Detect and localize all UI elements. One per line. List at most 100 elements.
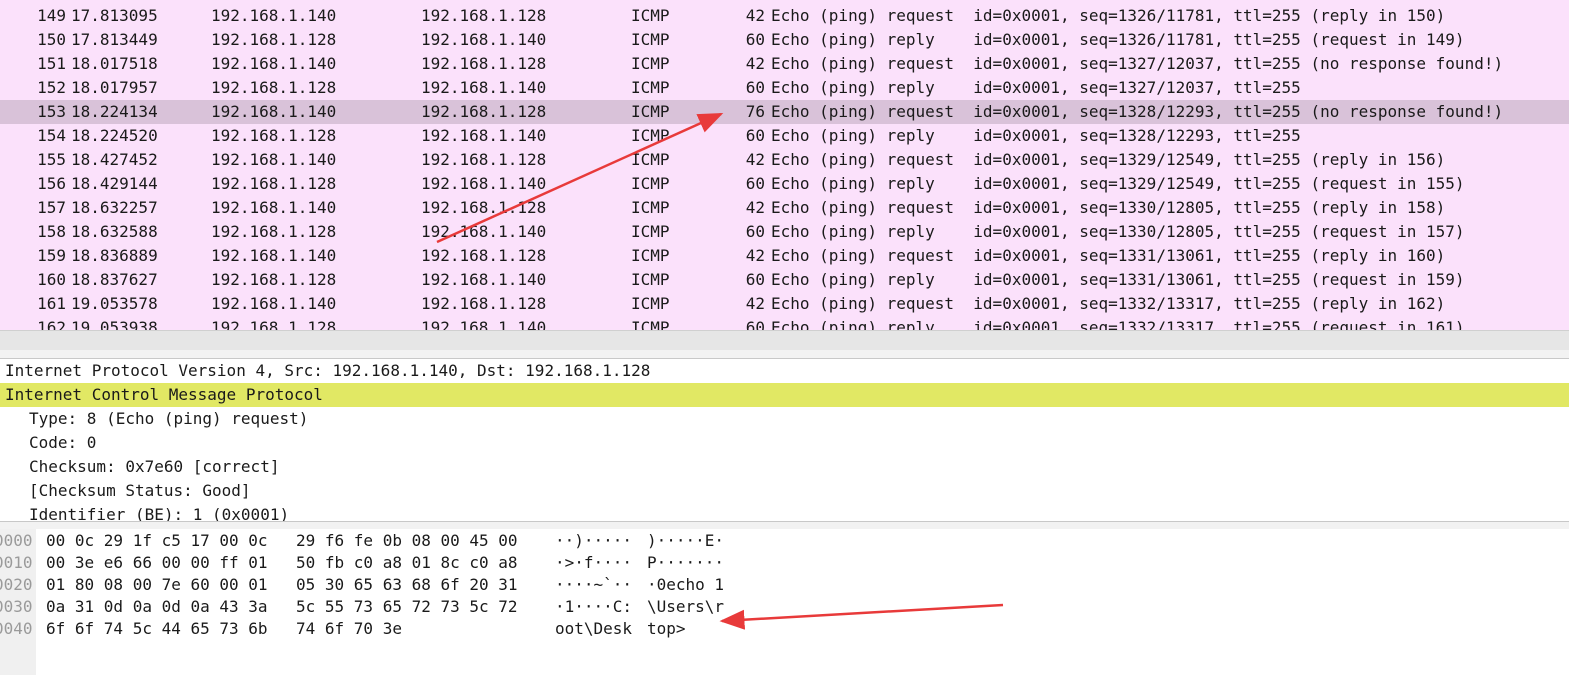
bytes-ascii: )·····E·	[647, 531, 725, 550]
packet-time: 17.813095	[71, 6, 158, 25]
bytes-hex: 0a 31 0d 0a 0d 0a 43 3a	[46, 597, 268, 616]
packet-row[interactable]: 159 18.836889 192.168.1.140 192.168.1.128 IC…	[0, 244, 1569, 268]
packet-number: 154	[37, 126, 66, 145]
packet-number: 162	[37, 318, 66, 330]
packet-info: Echo (ping) request id=0x0001, seq=1327/…	[771, 54, 1504, 73]
packet-number: 160	[37, 270, 66, 289]
bytes-hex: 00 3e e6 66 00 00 ff 01	[46, 553, 268, 572]
packet-row[interactable]: 162 19.053938 192.168.1.128 192.168.1.140 IC…	[0, 316, 1569, 330]
packet-length: 42	[745, 246, 765, 265]
detail-text: Internet Protocol Version 4, Src: 192.16…	[5, 361, 651, 380]
packet-length: 60	[745, 174, 765, 193]
detail-row[interactable]: Code: 0	[0, 431, 1569, 455]
packet-protocol: ICMP	[631, 318, 670, 330]
detail-row[interactable]: Checksum: 0x7e60 [correct]	[0, 455, 1569, 479]
packet-row[interactable]: 149 17.813095 192.168.1.140 192.168.1.128 IC…	[0, 4, 1569, 28]
bytes-ascii: ·1····C:	[555, 597, 633, 616]
packet-row[interactable]: 155 18.427452 192.168.1.140 192.168.1.128 IC…	[0, 148, 1569, 172]
pane-splitter[interactable]	[0, 350, 1569, 359]
packet-row[interactable]: 150 17.813449 192.168.1.128 192.168.1.140 IC…	[0, 28, 1569, 52]
packet-time: 19.053938	[71, 318, 158, 330]
packet-row[interactable]: 151 18.017518 192.168.1.140 192.168.1.128 IC…	[0, 52, 1569, 76]
packet-list[interactable]: 149 17.813095 192.168.1.140 192.168.1.128 IC…	[0, 0, 1569, 330]
packet-protocol: ICMP	[631, 198, 670, 217]
detail-row[interactable]: [Checksum Status: Good]	[0, 479, 1569, 503]
packet-time: 18.224520	[71, 126, 158, 145]
packet-protocol: ICMP	[631, 270, 670, 289]
detail-row[interactable]: Identifier (BE): 1 (0x0001)	[0, 503, 1569, 521]
bytes-hex: 50 fb c0 a8 01 8c c0 a8	[296, 553, 518, 572]
packet-info: Echo (ping) request id=0x0001, seq=1328/…	[771, 102, 1504, 121]
packet-bytes-pane[interactable]: 0000 00 0c 29 1f c5 17 00 0c 29 f6 fe 0b 0…	[0, 529, 1569, 675]
packet-source: 192.168.1.140	[211, 6, 337, 25]
packet-row[interactable]: 152 18.017957 192.168.1.128 192.168.1.140 IC…	[0, 76, 1569, 100]
packet-source: 192.168.1.128	[211, 30, 337, 49]
packet-destination: 192.168.1.140	[421, 126, 547, 145]
packet-destination: 192.168.1.128	[421, 246, 547, 265]
packet-source: 192.168.1.128	[211, 174, 337, 193]
bytes-hex: 74 6f 70 3e	[296, 619, 402, 638]
detail-text: Internet Control Message Protocol	[5, 385, 323, 404]
packet-time: 18.837627	[71, 270, 158, 289]
packet-length: 60	[745, 318, 765, 330]
bytes-hex: 29 f6 fe 0b 08 00 45 00	[296, 531, 518, 550]
packet-source: 192.168.1.140	[211, 246, 337, 265]
packet-length: 60	[745, 222, 765, 241]
packet-info: Echo (ping) request id=0x0001, seq=1329/…	[771, 150, 1446, 169]
bytes-row[interactable]: 0030 0a 31 0d 0a 0d 0a 43 3a 5c 55 73 65 7…	[0, 596, 1569, 618]
packet-time: 18.632257	[71, 198, 158, 217]
packet-length: 42	[745, 150, 765, 169]
detail-text: Checksum: 0x7e60 [correct]	[29, 457, 280, 476]
packet-source: 192.168.1.128	[211, 78, 337, 97]
bytes-row[interactable]: 0000 00 0c 29 1f c5 17 00 0c 29 f6 fe 0b 0…	[0, 530, 1569, 552]
packet-destination: 192.168.1.140	[421, 270, 547, 289]
packet-protocol: ICMP	[631, 222, 670, 241]
packet-number: 152	[37, 78, 66, 97]
packet-time: 18.429144	[71, 174, 158, 193]
bytes-row[interactable]: 0010 00 3e e6 66 00 00 ff 01 50 fb c0 a8 0…	[0, 552, 1569, 574]
packet-protocol: ICMP	[631, 102, 670, 121]
packet-details-pane[interactable]: Internet Protocol Version 4, Src: 192.16…	[0, 359, 1569, 521]
packet-destination: 192.168.1.140	[421, 78, 547, 97]
packet-source: 192.168.1.128	[211, 270, 337, 289]
bytes-row[interactable]: 0020 01 80 08 00 7e 60 00 01 05 30 65 63 6…	[0, 574, 1569, 596]
packet-row[interactable]: 154 18.224520 192.168.1.128 192.168.1.140 IC…	[0, 124, 1569, 148]
packet-row[interactable]: 161 19.053578 192.168.1.140 192.168.1.128 IC…	[0, 292, 1569, 316]
packet-protocol: ICMP	[631, 30, 670, 49]
packet-length: 60	[745, 270, 765, 289]
detail-row[interactable]: Type: 8 (Echo (ping) request)	[0, 407, 1569, 431]
packet-source: 192.168.1.140	[211, 198, 337, 217]
packet-source: 192.168.1.140	[211, 150, 337, 169]
packet-source: 192.168.1.140	[211, 294, 337, 313]
packet-row-selected[interactable]: 153 18.224134 192.168.1.140 192.168.1.128 IC…	[0, 100, 1569, 124]
packet-source: 192.168.1.128	[211, 222, 337, 241]
packet-row[interactable]: 156 18.429144 192.168.1.128 192.168.1.140 IC…	[0, 172, 1569, 196]
bytes-hex: 6f 6f 74 5c 44 65 73 6b	[46, 619, 268, 638]
detail-row[interactable]: Internet Protocol Version 4, Src: 192.16…	[0, 359, 1569, 383]
packet-destination: 192.168.1.128	[421, 102, 547, 121]
packet-protocol: ICMP	[631, 78, 670, 97]
packet-number: 149	[37, 6, 66, 25]
packet-info: Echo (ping) request id=0x0001, seq=1330/…	[771, 198, 1446, 217]
packet-info: Echo (ping) reply id=0x0001, seq=1332/13…	[771, 318, 1465, 330]
packet-info: Echo (ping) request id=0x0001, seq=1326/…	[771, 6, 1446, 25]
packet-list-scrollbar[interactable]	[0, 330, 1569, 351]
packet-number: 153	[37, 102, 66, 121]
detail-text: Type: 8 (Echo (ping) request)	[29, 409, 309, 428]
packet-info: Echo (ping) request id=0x0001, seq=1332/…	[771, 294, 1446, 313]
packet-destination: 192.168.1.128	[421, 294, 547, 313]
packet-info: Echo (ping) reply id=0x0001, seq=1331/13…	[771, 270, 1465, 289]
packet-protocol: ICMP	[631, 174, 670, 193]
packet-protocol: ICMP	[631, 294, 670, 313]
detail-row-selected[interactable]: Internet Control Message Protocol	[0, 383, 1569, 407]
bytes-offset: 0030	[0, 597, 33, 616]
bytes-ascii: P·······	[647, 553, 725, 572]
bytes-hex: 01 80 08 00 7e 60 00 01	[46, 575, 268, 594]
packet-source: 192.168.1.128	[211, 126, 337, 145]
packet-number: 159	[37, 246, 66, 265]
bytes-row[interactable]: 0040 6f 6f 74 5c 44 65 73 6b 74 6f 70 3e oo…	[0, 618, 1569, 640]
packet-row[interactable]: 160 18.837627 192.168.1.128 192.168.1.140 IC…	[0, 268, 1569, 292]
packet-row[interactable]: 157 18.632257 192.168.1.140 192.168.1.128 IC…	[0, 196, 1569, 220]
packet-row[interactable]: 158 18.632588 192.168.1.128 192.168.1.140 IC…	[0, 220, 1569, 244]
detail-text: [Checksum Status: Good]	[29, 481, 251, 500]
